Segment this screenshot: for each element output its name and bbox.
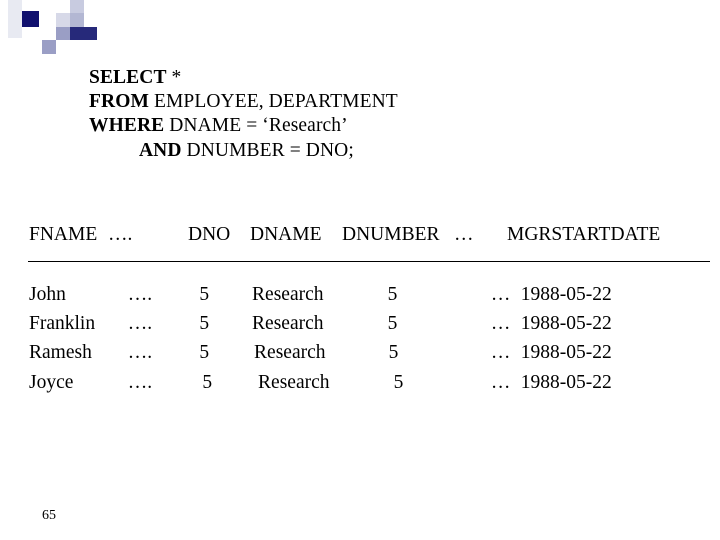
table-header-row: FNAME …. DNO DNAME DNUMBER … MGRSTARTDAT… — [0, 222, 707, 248]
cell-dno: 5 — [199, 342, 210, 364]
cell-fname: Franklin — [29, 313, 96, 335]
sql-query-block: SELECT * FROM EMPLOYEE, DEPARTMENT WHERE… — [89, 66, 398, 163]
column-header-dnumber: DNUMBER — [342, 224, 440, 245]
table-row: John …. 5 Research 5 … 1988-05-22 — [0, 280, 720, 309]
cell-mgrstartdate: 1988-05-22 — [520, 284, 612, 305]
result-header-table: FNAME …. DNO DNAME DNUMBER … MGRSTARTDAT… — [0, 222, 707, 248]
slide-canvas: SELECT * FROM EMPLOYEE, DEPARTMENT WHERE… — [0, 0, 720, 540]
result-table-header: FNAME …. DNO DNAME DNUMBER … MGRSTARTDAT… — [0, 222, 720, 248]
square-lavender-top — [56, 0, 70, 13]
square-lavender-a — [70, 0, 84, 13]
page-number: 65 — [42, 508, 56, 523]
cell-dname: Research — [254, 342, 326, 364]
cell-ellipsis: … — [490, 284, 511, 305]
sql-keyword-select: SELECT — [89, 67, 167, 88]
cell-dno: 5 — [199, 284, 210, 305]
sql-line-and: AND DNUMBER = DNO; — [89, 139, 398, 163]
cell-mgrstartdate: 1988-05-22 — [520, 313, 612, 335]
sql-text-and: DNUMBER = DNO; — [181, 139, 354, 161]
cell-fname: Ramesh — [29, 342, 92, 364]
cell-dno: 5 — [199, 313, 210, 335]
column-header-fname-ellipsis: …. — [108, 224, 133, 245]
sql-text-select: * — [166, 67, 182, 88]
cell-dnumber: 5 — [393, 371, 404, 393]
result-table-body: John …. 5 Research 5 … 1988-05-22 Franklin …. 5 Re… — [0, 280, 720, 397]
square-mid-b — [56, 27, 70, 40]
sql-keyword-from: FROM — [89, 91, 149, 113]
table-row: Ramesh …. 5 Research 5 … 1988-05-22 — [0, 338, 720, 367]
cell-dname: Research — [258, 371, 330, 393]
sql-line-where: WHERE DNAME = ‘Research’ — [89, 114, 398, 138]
sql-text-where: DNAME = ‘Research’ — [164, 115, 348, 137]
sql-line-select: SELECT * — [89, 66, 398, 90]
header-gradient-band — [97, 12, 720, 37]
header-separator-rule — [28, 261, 710, 262]
square-pale-left — [8, 0, 22, 38]
cell-fname: Joyce — [29, 371, 74, 393]
column-header-fname: FNAME — [29, 224, 98, 245]
table-row: Joyce …. 5 Research 5 … 1988-05-22 — [0, 368, 720, 397]
sql-text-from: EMPLOYEE, DEPARTMENT — [148, 91, 398, 113]
cell-fname: John — [29, 284, 66, 305]
result-rows-table: John …. 5 Research 5 … 1988-05-22 Franklin …. 5 Re… — [0, 280, 720, 397]
square-navy-dark — [22, 11, 39, 27]
sql-keyword-where: WHERE — [89, 115, 165, 137]
cell-dname: Research — [252, 284, 324, 305]
sql-line-from: FROM EMPLOYEE, DEPARTMENT — [89, 90, 398, 114]
cell-ellipsis: … — [490, 313, 511, 335]
cell-fname-ellipsis: …. — [127, 342, 153, 364]
column-header-dname: DNAME — [250, 224, 322, 245]
cell-dname: Research — [252, 313, 324, 335]
column-header-ellipsis: … — [454, 224, 474, 245]
cell-dno: 5 — [202, 371, 213, 393]
cell-fname-ellipsis: …. — [127, 313, 153, 335]
cell-dnumber: 5 — [387, 284, 398, 305]
cell-dnumber: 5 — [388, 342, 399, 364]
cell-mgrstartdate: 1988-05-22 — [520, 371, 612, 393]
square-lavender-c — [70, 13, 84, 27]
cell-dnumber: 5 — [387, 313, 398, 335]
cell-fname-ellipsis: …. — [127, 371, 153, 393]
column-header-mgrstartdate: MGRSTARTDATE — [507, 224, 661, 245]
table-row: Franklin …. 5 Research 5 … 1988-05-22 — [0, 309, 720, 338]
cell-ellipsis: … — [490, 342, 511, 364]
column-header-dno: DNO — [188, 224, 231, 245]
square-mid-a — [42, 27, 56, 40]
cell-ellipsis: … — [490, 371, 511, 393]
cell-fname-ellipsis: …. — [127, 284, 153, 305]
sql-keyword-and: AND — [139, 139, 182, 161]
square-bottom — [42, 40, 56, 54]
square-lavender-b — [56, 13, 70, 27]
cell-mgrstartdate: 1988-05-22 — [520, 342, 612, 364]
square-navy-right — [70, 27, 97, 40]
